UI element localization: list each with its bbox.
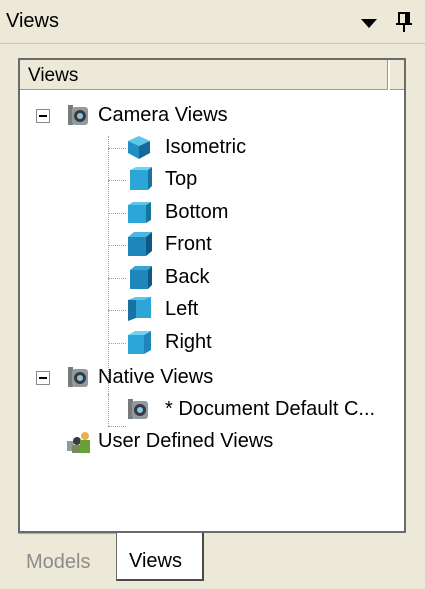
cube-left-icon [128, 297, 151, 321]
tree-node-label: Back [165, 266, 210, 288]
tree-node-label: Native Views [98, 366, 214, 388]
users-icon [67, 432, 90, 453]
tree-node-label: Right [165, 331, 212, 353]
collapse-toggle[interactable] [36, 371, 50, 385]
cube-bottom-icon [128, 202, 151, 223]
collapse-toggle[interactable] [36, 109, 50, 123]
tree-node-back[interactable]: Back [20, 262, 404, 294]
cube-isometric-icon [128, 136, 150, 159]
pin-icon[interactable] [393, 10, 415, 34]
tree-node-label: Top [165, 168, 198, 190]
tree-node-user-defined-views[interactable]: User Defined Views [20, 426, 404, 458]
tab-models[interactable]: Models [18, 533, 116, 581]
cube-front-icon [128, 232, 152, 256]
tree-node-label: Front [165, 233, 212, 255]
views-tree: Camera Views Isometric Top Bottom Front … [20, 60, 404, 530]
tab-label: Views [129, 550, 182, 572]
tree-node-native-views[interactable]: Native Views [20, 362, 404, 394]
tree-node-label: User Defined Views [98, 430, 274, 452]
cube-back-icon [130, 266, 152, 289]
tree-node-bottom[interactable]: Bottom [20, 197, 404, 229]
title-bar: Views [0, 0, 425, 44]
tree-node-label: * Document Default C... [165, 398, 376, 420]
tree-node-camera-views[interactable]: Camera Views [20, 100, 404, 132]
tab-label: Models [26, 551, 91, 573]
tree-node-label: Left [165, 298, 199, 320]
tree-node-label: Bottom [165, 201, 229, 223]
cube-right-icon [128, 331, 151, 354]
camera-icon [68, 105, 88, 125]
tree-node-right[interactable]: Right [20, 327, 404, 359]
tree-node-isometric[interactable]: Isometric [20, 132, 404, 164]
tree-node-front[interactable]: Front [20, 229, 404, 261]
dropdown-arrow-icon[interactable] [358, 10, 380, 34]
tree-node-document-default-camera[interactable]: * Document Default C... [20, 394, 404, 426]
window-title: Views [6, 10, 59, 32]
cube-top-icon [130, 167, 152, 190]
tree-node-label: Isometric [165, 136, 247, 158]
tab-strip: Models Views [0, 533, 425, 589]
camera-icon [128, 399, 148, 419]
tab-views[interactable]: Views [116, 533, 204, 581]
camera-icon [68, 367, 88, 387]
tree-node-left[interactable]: Left [20, 294, 404, 326]
tree-node-label: Camera Views [98, 104, 228, 126]
tree-node-top[interactable]: Top [20, 164, 404, 196]
views-panel: Views Camera Views Isometric Top Bottom … [18, 58, 406, 533]
